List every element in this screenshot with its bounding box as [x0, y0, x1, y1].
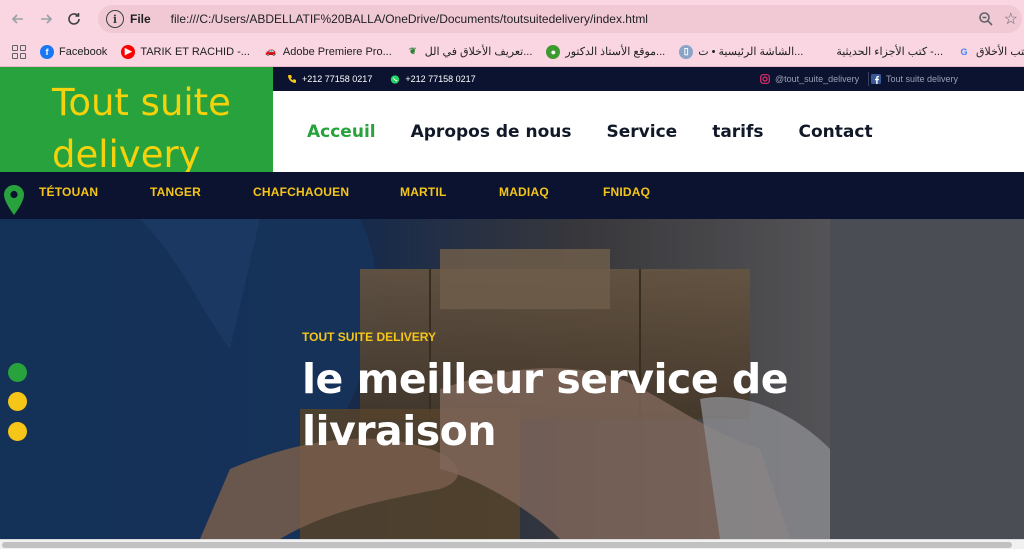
nav-apropos[interactable]: Apropos de nous — [411, 122, 572, 142]
hero-title: le meilleur service de livraison — [302, 355, 789, 455]
bookmark-item[interactable]: ▶ TARIK ET RACHID -... — [121, 44, 250, 59]
phone-number-2: +212 77158 0217 — [405, 74, 476, 84]
instagram-icon — [760, 74, 770, 84]
arrow-right-icon — [41, 13, 53, 24]
bookmark-item[interactable]: 🚗 Adobe Premiere Pro... — [264, 45, 392, 59]
whatsapp-contact[interactable]: +212 77158 0217 — [390, 74, 476, 84]
whatsapp-icon — [390, 74, 400, 84]
city-bar: TÉTOUAN TANGER CHAFCHAOUEN MARTIL MADIAQ… — [0, 172, 1024, 219]
facebook-page-name: Tout suite delivery — [886, 74, 959, 84]
bookmark-label: كتب الأخلاق pdf - مو... — [976, 46, 1024, 58]
bookmark-item[interactable]: ● موقع الأستاذ الدكتور... — [546, 44, 666, 59]
hero-section: TOUT SUITE DELIVERY le meilleur service … — [0, 219, 1024, 539]
city-chafchaouen[interactable]: CHAFCHAOUEN — [253, 185, 349, 199]
blank-icon — [817, 44, 832, 59]
instagram-handle: @tout_suite_delivery — [775, 74, 860, 84]
forward-button[interactable] — [32, 5, 60, 33]
horizontal-scrollbar[interactable] — [0, 539, 1024, 549]
contact-topbar: +212 77158 0217 +212 77158 0217 @tout_su… — [273, 67, 1024, 91]
city-tetouan[interactable]: TÉTOUAN — [39, 185, 98, 199]
file-scheme-label: File — [130, 12, 151, 26]
bookmark-label: كتب الأجزاء الحديثية -... — [836, 46, 944, 58]
circle-icon: ● — [546, 44, 561, 59]
bookmark-item[interactable]: f Facebook — [40, 44, 108, 59]
phone-number-1: +212 77158 0217 — [302, 74, 373, 84]
city-fnidaq[interactable]: FNIDAQ — [603, 185, 650, 199]
facebook-link[interactable]: Tout suite delivery — [871, 74, 958, 84]
site-logo[interactable]: Tout suite delivery — [0, 67, 273, 176]
scrollbar-thumb[interactable] — [2, 542, 1012, 548]
address-bar[interactable]: i File file:///C:/Users/ABDELLATIF%20BAL… — [98, 5, 1022, 33]
city-martil[interactable]: MARTIL — [400, 185, 447, 199]
bookmark-item[interactable]: ▯ الشاشة الرئيسية • ت... — [679, 44, 804, 59]
bookmark-label: Adobe Premiere Pro... — [282, 45, 392, 58]
youtube-icon: ▶ — [121, 44, 136, 59]
bookmark-item[interactable]: G كتب الأخلاق pdf - مو... — [957, 45, 1024, 59]
reload-button[interactable] — [60, 5, 88, 33]
bookmark-item[interactable]: كتب الأجزاء الحديثية -... — [817, 44, 944, 59]
bookmark-label: الشاشة الرئيسية • ت... — [698, 46, 804, 58]
back-button[interactable] — [4, 5, 32, 33]
doc-icon: ▯ — [679, 44, 694, 59]
nav-service[interactable]: Service — [607, 122, 678, 142]
bookmarks-list: f Facebook ▶ TARIK ET RACHID -... 🚗 Adobe Pre… — [40, 44, 1024, 59]
bookmark-label: Facebook — [59, 45, 108, 58]
browser-toolbar: i File file:///C:/Users/ABDELLATIF%20BAL… — [0, 0, 1024, 37]
bookmark-label: تعريف الأخلاق في الل... — [424, 46, 533, 58]
info-icon[interactable]: i — [106, 10, 124, 28]
bookmark-label: TARIK ET RACHID -... — [140, 45, 250, 58]
nav-acceuil[interactable]: Acceuil — [307, 122, 376, 142]
slider-dot-3[interactable] — [8, 422, 27, 441]
hero-kicker: TOUT SUITE DELIVERY — [302, 330, 437, 344]
reload-icon — [68, 12, 80, 25]
nav-contact[interactable]: Contact — [799, 122, 873, 142]
main-navigation: Acceuil Apropos de nous Service tarifs C… — [273, 91, 1024, 172]
city-madiaq[interactable]: MADIAQ — [499, 185, 549, 199]
zoom-icon[interactable] — [978, 11, 994, 27]
leaf-icon: ❦ — [408, 46, 417, 56]
nav-tarifs[interactable]: tarifs — [712, 122, 763, 142]
slider-dot-2[interactable] — [8, 392, 27, 411]
facebook-icon — [871, 74, 881, 84]
bookmark-star-icon[interactable]: ☆ — [1004, 9, 1018, 29]
bookmark-label: موقع الأستاذ الدكتور... — [565, 46, 666, 58]
topbar-divider — [868, 72, 869, 86]
logo-text: Tout suite delivery — [52, 81, 231, 176]
phone-contact-1[interactable]: +212 77158 0217 — [287, 74, 372, 84]
bookmarks-bar: f Facebook ▶ TARIK ET RACHID -... 🚗 Adobe Pre… — [0, 37, 1024, 67]
google-icon: G — [960, 46, 968, 57]
slider-dot-1[interactable] — [8, 363, 27, 382]
apps-grid-icon[interactable] — [12, 44, 26, 59]
city-tanger[interactable]: TANGER — [150, 185, 201, 199]
location-pin-icon — [4, 185, 24, 215]
instagram-link[interactable]: @tout_suite_delivery — [760, 74, 859, 84]
bookmark-item[interactable]: ❦ تعريف الأخلاق في الل... — [406, 45, 533, 59]
car-icon: 🚗 — [265, 46, 277, 56]
facebook-icon: f — [40, 44, 54, 59]
url-text[interactable]: file:///C:/Users/ABDELLATIF%20BALLA/OneD… — [171, 12, 648, 26]
arrow-left-icon — [11, 13, 23, 24]
phone-icon — [287, 74, 297, 84]
